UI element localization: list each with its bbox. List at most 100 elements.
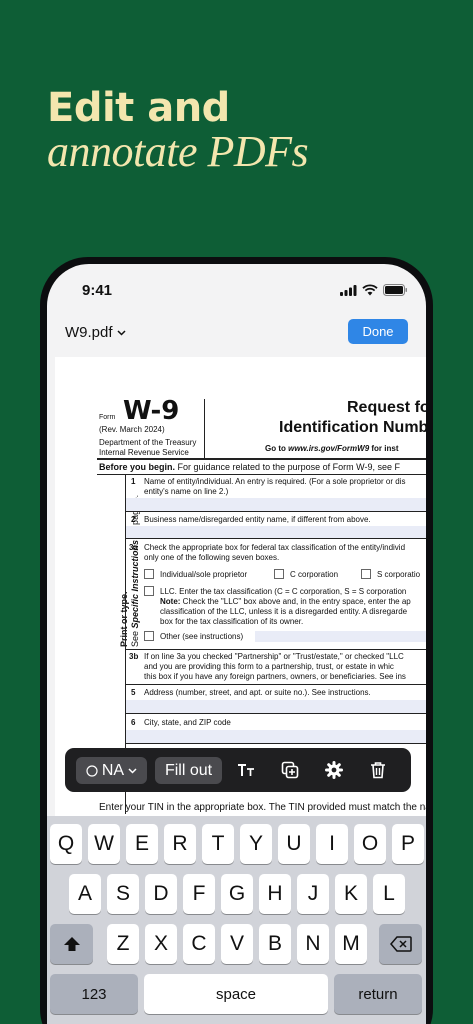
key-l[interactable]: L (373, 874, 405, 914)
key-f[interactable]: F (183, 874, 215, 914)
llc-checkbox[interactable] (144, 586, 154, 596)
city-field[interactable] (126, 730, 426, 743)
key-r[interactable]: R (164, 824, 196, 864)
na-label: NA (101, 761, 125, 779)
key-k[interactable]: K (335, 874, 367, 914)
key-t[interactable]: T (202, 824, 234, 864)
settings-button[interactable] (323, 759, 345, 781)
rule (125, 743, 426, 744)
wifi-icon (362, 284, 378, 296)
form-department: Department of the Treasury (99, 438, 197, 447)
status-time: 9:41 (82, 282, 113, 299)
key-i[interactable]: I (316, 824, 348, 864)
key-g[interactable]: G (221, 874, 253, 914)
file-name: W9.pdf (65, 324, 113, 341)
form-irs: Internal Revenue Service (99, 448, 189, 457)
line3b-label-cont: and you are providing this form to a par… (144, 662, 394, 671)
line1-label-cont: entity's name on line 2.) (144, 487, 229, 496)
form-revision: (Rev. March 2024) (99, 425, 165, 434)
line6-number: 6 (131, 718, 136, 727)
key-w[interactable]: W (88, 824, 120, 864)
key-s[interactable]: S (107, 874, 139, 914)
form-label: Form (99, 414, 116, 421)
line6-label: City, state, and ZIP code (144, 718, 231, 727)
key-u[interactable]: U (278, 824, 310, 864)
circle-icon (86, 764, 98, 777)
key-x[interactable]: X (145, 924, 177, 964)
key-c[interactable]: C (183, 924, 215, 964)
key-m[interactable]: M (335, 924, 367, 964)
line5-label: Address (number, street, and apt. or sui… (144, 688, 371, 697)
key-v[interactable]: V (221, 924, 253, 964)
line3a-label-cont: only one of the following seven boxes. (144, 553, 280, 562)
key-o[interactable]: O (354, 824, 386, 864)
line3b-label-end: this box if you have any foreign partner… (144, 672, 406, 681)
form-title-2: Identification Numb (279, 419, 426, 436)
rule (97, 458, 426, 460)
delete-button[interactable] (367, 759, 389, 781)
rule (97, 474, 426, 475)
shift-icon (63, 937, 80, 951)
status-icons (340, 284, 408, 296)
line3a-number: 3a (129, 543, 138, 552)
key-y[interactable]: Y (240, 824, 272, 864)
done-button[interactable]: Done (348, 319, 408, 344)
duplicate-button[interactable] (279, 759, 301, 781)
key-d[interactable]: D (145, 874, 177, 914)
numbers-key[interactable]: 123 (50, 974, 138, 1014)
line1-number: 1 (131, 477, 136, 486)
other-label: Other (see instructions) (160, 632, 244, 641)
headline-line1: Edit and (47, 85, 230, 131)
key-z[interactable]: Z (107, 924, 139, 964)
llc-label: LLC. Enter the tax classification (C = C… (160, 587, 407, 596)
shift-key[interactable] (50, 924, 93, 964)
annotation-toolbar: NA Fill out (65, 748, 411, 792)
name-field[interactable] (126, 498, 426, 511)
duplicate-icon (281, 761, 299, 779)
key-p[interactable]: P (392, 824, 424, 864)
address-field[interactable] (126, 700, 426, 713)
na-dropdown[interactable]: NA (76, 757, 147, 784)
line3a-label: Check the appropriate box for federal ta… (144, 543, 406, 552)
before-you-begin: Before you begin. For guidance related t… (99, 462, 400, 472)
goto-text: Go to www.irs.gov/FormW9 for inst (265, 444, 399, 453)
ccorp-checkbox[interactable] (274, 569, 284, 579)
rule (125, 511, 426, 512)
rule (125, 684, 426, 685)
key-h[interactable]: H (259, 874, 291, 914)
llc-note: Note: Check the "LLC" box above and, in … (160, 597, 411, 606)
individual-checkbox[interactable] (144, 569, 154, 579)
key-q[interactable]: Q (50, 824, 82, 864)
key-b[interactable]: B (259, 924, 291, 964)
other-checkbox[interactable] (144, 631, 154, 641)
form-number: W-9 (123, 396, 180, 426)
scorp-checkbox[interactable] (361, 569, 371, 579)
key-a[interactable]: A (69, 874, 101, 914)
return-key[interactable]: return (334, 974, 422, 1014)
chevron-down-icon (117, 329, 126, 336)
key-n[interactable]: N (297, 924, 329, 964)
headline: Edit and annotate PDFs (47, 85, 309, 176)
backspace-icon (389, 936, 412, 952)
individual-label: Individual/sole proprietor (160, 570, 248, 579)
key-e[interactable]: E (126, 824, 158, 864)
gear-icon (325, 761, 343, 779)
space-key[interactable]: space (144, 974, 328, 1014)
headline-line2: annotate PDFs (47, 127, 309, 176)
phone-screen: 9:41 W9.pdf Done Form W-9 (Rev. March 20… (47, 264, 426, 1024)
key-j[interactable]: J (297, 874, 329, 914)
llc-note-end: box for the tax classification of its ow… (160, 617, 304, 626)
trash-icon (371, 762, 385, 779)
line2-label: Business name/disregarded entity name, i… (144, 515, 371, 524)
backspace-key[interactable] (379, 924, 422, 964)
fill-out-button[interactable]: Fill out (155, 757, 222, 784)
line1-label: Name of entity/individual. An entry is r… (144, 477, 406, 486)
business-name-field[interactable] (126, 526, 426, 538)
line5-number: 5 (131, 688, 136, 697)
rule (125, 713, 426, 714)
other-field[interactable] (255, 631, 426, 642)
line2-number: 2 (131, 515, 136, 524)
file-name-menu[interactable]: W9.pdf (65, 324, 126, 341)
text-size-button[interactable] (235, 759, 257, 781)
header-divider (204, 399, 205, 458)
